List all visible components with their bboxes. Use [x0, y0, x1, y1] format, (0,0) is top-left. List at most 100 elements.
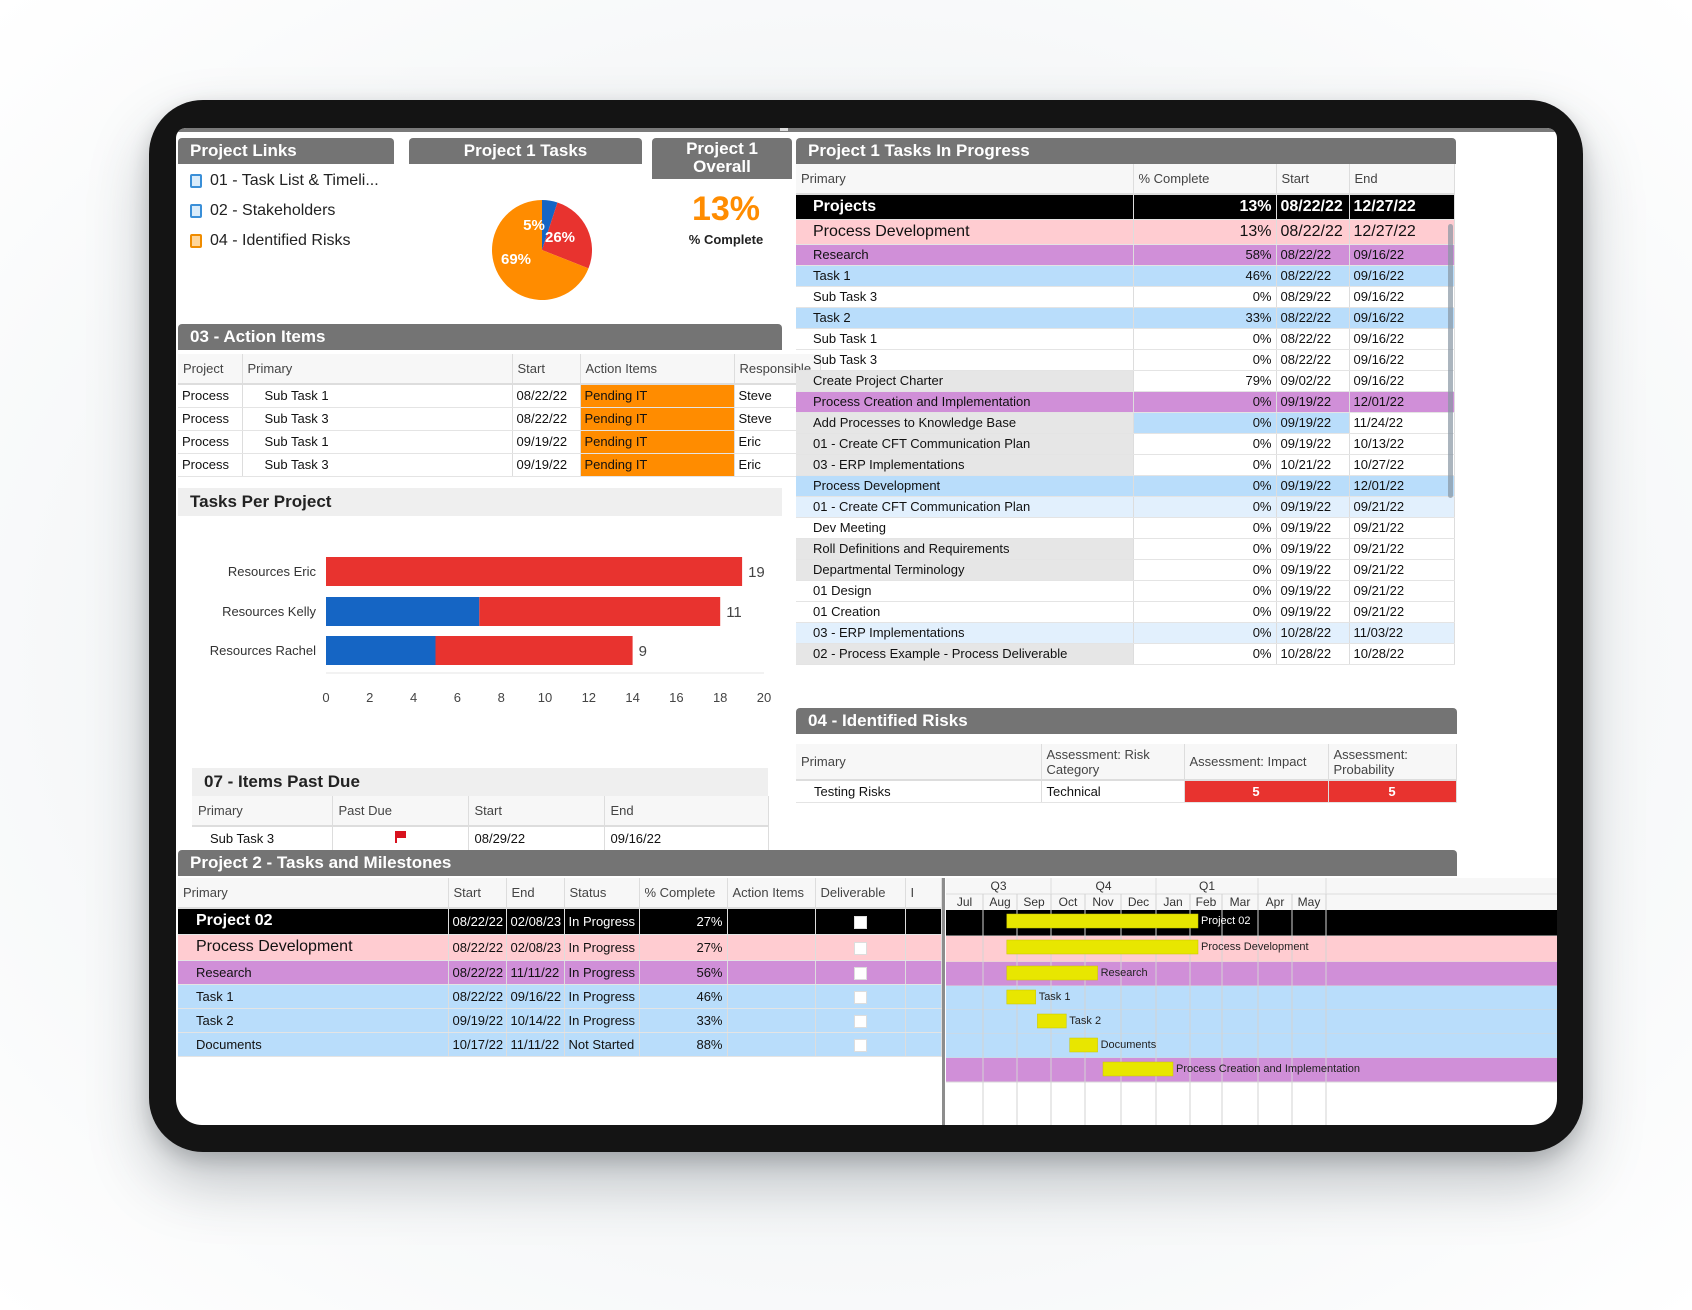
- cell-primary[interactable]: Task 2: [178, 1008, 449, 1033]
- table-row[interactable]: Process Development 08/22/22 02/08/23 In Pr…: [178, 934, 942, 961]
- deliverable-checkbox[interactable]: [853, 966, 867, 980]
- cell-start[interactable]: 09/19/22: [512, 430, 581, 454]
- table-row[interactable]: Departmental Terminology 0% 09/19/22 09/21/…: [796, 559, 1455, 581]
- col-past-due[interactable]: Past Due: [332, 796, 469, 827]
- gantt-bar[interactable]: [1006, 939, 1199, 955]
- cell-project[interactable]: Process: [178, 453, 243, 477]
- cell-category[interactable]: Technical: [1041, 780, 1185, 803]
- cell-percent-complete[interactable]: 0%: [1133, 328, 1277, 350]
- link-task-list[interactable]: 01 - Task List & Timeli...: [190, 166, 379, 196]
- gantt-bar[interactable]: [1069, 1037, 1098, 1053]
- cell-end[interactable]: 11/11/22: [506, 1032, 565, 1057]
- cell-action-status[interactable]: Pending IT: [580, 430, 735, 454]
- table-row[interactable]: Documents 10/17/22 11/11/22 Not Started 88%: [178, 1032, 942, 1057]
- cell-percent-complete[interactable]: 0%: [1133, 538, 1277, 560]
- cell-percent-complete[interactable]: 46%: [639, 984, 728, 1009]
- cell-start[interactable]: 08/22/22: [1276, 328, 1350, 350]
- cell-start[interactable]: 08/22/22: [1276, 219, 1350, 245]
- cell-primary[interactable]: 02 - Process Example - Process Deliverab…: [796, 643, 1134, 665]
- col-start[interactable]: Start: [448, 878, 507, 909]
- cell-probability[interactable]: 5: [1328, 780, 1457, 803]
- cell-primary[interactable]: Sub Task 1: [242, 384, 513, 408]
- table-row[interactable]: Process Sub Task 1 09/19/22 Pending IT Eric: [178, 430, 821, 454]
- cell-end[interactable]: 09/16/22: [1349, 307, 1455, 329]
- cell-start[interactable]: 08/22/22: [448, 960, 507, 985]
- cell-start[interactable]: 08/22/22: [512, 384, 581, 408]
- deliverable-checkbox[interactable]: [853, 990, 867, 1004]
- cell-status[interactable]: In Progress: [564, 984, 640, 1009]
- cell-end[interactable]: 09/21/22: [1349, 517, 1455, 539]
- bar-red-0[interactable]: [326, 557, 743, 586]
- cell-action-status[interactable]: Pending IT: [580, 407, 735, 431]
- col-end[interactable]: End: [506, 878, 565, 909]
- cell-start[interactable]: 09/19/22: [448, 1008, 507, 1033]
- cell-primary[interactable]: Research: [178, 960, 449, 985]
- cell-deliverable[interactable]: [815, 908, 906, 935]
- col-probability[interactable]: Assessment: Probability: [1328, 744, 1457, 781]
- cell-percent-complete[interactable]: 0%: [1133, 412, 1277, 434]
- col-risk-category[interactable]: Assessment: Risk Category: [1041, 744, 1185, 781]
- col-end[interactable]: End: [604, 796, 769, 827]
- cell-end[interactable]: 12/01/22: [1349, 391, 1455, 413]
- col-start[interactable]: Start: [512, 354, 581, 385]
- cell-primary[interactable]: Task 1: [796, 265, 1134, 287]
- cell-primary[interactable]: Testing Risks: [796, 780, 1042, 803]
- cell-end[interactable]: 12/01/22: [1349, 475, 1455, 497]
- cell-primary[interactable]: Process Development: [796, 475, 1134, 497]
- cell-start[interactable]: 09/19/22: [1276, 538, 1350, 560]
- cell-primary[interactable]: 03 - ERP Implementations: [796, 454, 1134, 476]
- cell-percent-complete[interactable]: 33%: [639, 1008, 728, 1033]
- col-primary[interactable]: Primary: [796, 164, 1134, 195]
- table-row[interactable]: 01 - Create CFT Communication Plan 0% 09/1…: [796, 433, 1455, 455]
- table-row[interactable]: Task 1 08/22/22 09/16/22 In Progress 46%: [178, 984, 942, 1009]
- table-row[interactable]: Research 08/22/22 11/11/22 In Progress 56%: [178, 960, 942, 985]
- scrollbar[interactable]: [1448, 224, 1453, 498]
- cell-percent-complete[interactable]: 0%: [1133, 643, 1277, 665]
- cell-primary[interactable]: Task 2: [796, 307, 1134, 329]
- table-row[interactable]: Task 2 33% 08/22/22 09/16/22: [796, 307, 1455, 329]
- cell-start[interactable]: 09/19/22: [1276, 496, 1350, 518]
- table-row[interactable]: Project 02 08/22/22 02/08/23 In Progress 27%: [178, 908, 942, 935]
- cell-end[interactable]: 09/16/22: [1349, 244, 1455, 266]
- bar-blue-2[interactable]: [326, 636, 436, 665]
- table-row[interactable]: Process Development 0% 09/19/22 12/01/22: [796, 475, 1455, 497]
- cell-extra[interactable]: [905, 1032, 942, 1057]
- table-row[interactable]: Dev Meeting 0% 09/19/22 09/21/22: [796, 517, 1455, 539]
- cell-status[interactable]: In Progress: [564, 1008, 640, 1033]
- cell-primary[interactable]: Process Development: [796, 219, 1134, 245]
- table-row[interactable]: 01 Design 0% 09/19/22 09/21/22: [796, 580, 1455, 602]
- cell-start[interactable]: 10/28/22: [1276, 643, 1350, 665]
- cell-percent-complete[interactable]: 0%: [1133, 475, 1277, 497]
- table-row[interactable]: Task 1 46% 08/22/22 09/16/22: [796, 265, 1455, 287]
- col-percent-complete[interactable]: % Complete: [1133, 164, 1277, 195]
- cell-percent-complete[interactable]: 13%: [1133, 194, 1277, 220]
- cell-status[interactable]: In Progress: [564, 960, 640, 985]
- cell-primary[interactable]: 01 Design: [796, 580, 1134, 602]
- cell-end[interactable]: 09/16/22: [506, 984, 565, 1009]
- cell-start[interactable]: 08/22/22: [448, 934, 507, 961]
- table-row[interactable]: Sub Task 3 08/29/22 09/16/22: [192, 826, 769, 851]
- cell-start[interactable]: 09/19/22: [1276, 475, 1350, 497]
- cell-percent-complete[interactable]: 0%: [1133, 580, 1277, 602]
- cell-end[interactable]: 10/28/22: [1349, 643, 1455, 665]
- cell-primary[interactable]: 01 - Create CFT Communication Plan: [796, 496, 1134, 518]
- cell-start[interactable]: 08/22/22: [512, 407, 581, 431]
- gantt-bar[interactable]: [1006, 989, 1036, 1005]
- col-percent-complete[interactable]: % Complete: [639, 878, 728, 909]
- cell-end[interactable]: 02/08/23: [506, 908, 565, 935]
- gantt-bar[interactable]: [1102, 1061, 1174, 1077]
- cell-percent-complete[interactable]: 56%: [639, 960, 728, 985]
- cell-start[interactable]: 10/17/22: [448, 1032, 507, 1057]
- cell-project[interactable]: Process: [178, 430, 243, 454]
- cell-action-status[interactable]: Pending IT: [580, 384, 735, 408]
- cell-start[interactable]: 09/19/22: [1276, 580, 1350, 602]
- cell-deliverable[interactable]: [815, 960, 906, 985]
- cell-start[interactable]: 08/22/22: [1276, 265, 1350, 287]
- cell-percent-complete[interactable]: 0%: [1133, 601, 1277, 623]
- col-truncated[interactable]: I: [905, 878, 942, 909]
- cell-percent-complete[interactable]: 27%: [639, 908, 728, 935]
- cell-start[interactable]: 10/21/22: [1276, 454, 1350, 476]
- cell-primary[interactable]: Sub Task 3: [242, 453, 513, 477]
- cell-end[interactable]: 02/08/23: [506, 934, 565, 961]
- cell-primary[interactable]: Projects: [796, 194, 1134, 220]
